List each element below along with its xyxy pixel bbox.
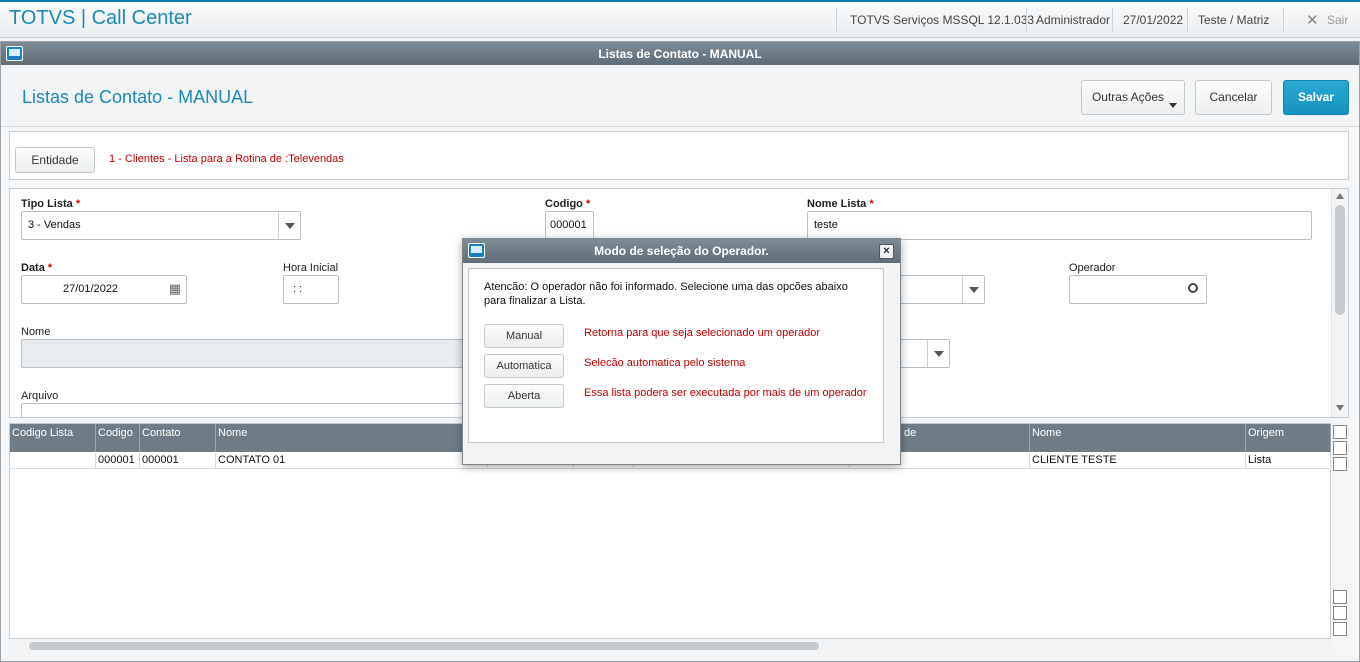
hora-inicial-input[interactable]: : :: [283, 275, 339, 304]
page-title: Listas de Contato - MANUAL: [22, 87, 254, 107]
dialog-body: Atencão: O operador não foi informado. S…: [468, 268, 884, 443]
window-title: Listas de Contato - MANUAL: [598, 47, 762, 61]
divider: [1026, 8, 1027, 32]
other-actions-button[interactable]: Outras Ações: [1081, 80, 1185, 115]
hidden-select-2[interactable]: [900, 339, 950, 368]
user-info: Administrador: [1036, 13, 1111, 27]
scroll-thumb[interactable]: [29, 642, 819, 650]
scroll-top-icon[interactable]: [1333, 425, 1347, 439]
app-title: TOTVS | Call Center: [9, 7, 192, 29]
dialog-title: Modo de seleção do Operador.: [594, 244, 769, 258]
nome-input[interactable]: [21, 339, 471, 368]
calendar-icon[interactable]: ▦: [169, 281, 181, 297]
chevron-down-icon[interactable]: [962, 276, 984, 303]
other-actions-label: Outras Ações: [1091, 90, 1165, 104]
scroll-down-icon[interactable]: [1336, 405, 1344, 411]
operador-label: Operador: [1069, 262, 1116, 274]
search-icon[interactable]: [1188, 283, 1198, 293]
arquivo-input[interactable]: [21, 403, 471, 417]
cancel-button[interactable]: Cancelar: [1195, 80, 1272, 115]
grid-cell-nome[interactable]: CONTATO 01: [216, 453, 488, 469]
grid-cell-contato[interactable]: 000001: [140, 453, 216, 469]
entity-description: 1 - Clientes - Lista para a Rotina de :T…: [109, 153, 344, 165]
grid-cell-nome-entidade[interactable]: CLIENTE TESTE: [1030, 453, 1246, 469]
tipo-lista-select[interactable]: 3 - Vendas: [21, 211, 301, 240]
environment-info: TOTVS Serviços MSSQL 12.1.033: [850, 13, 1035, 27]
hidden-select[interactable]: [900, 275, 985, 304]
scroll-down-icon[interactable]: [1333, 606, 1347, 620]
grid-horizontal-scrollbar[interactable]: [9, 639, 1331, 653]
manual-button[interactable]: Manual: [484, 324, 564, 348]
scroll-up-icon[interactable]: [1336, 193, 1344, 199]
operator-mode-dialog: Modo de seleção do Operador. × Atencão: …: [462, 238, 901, 465]
chevron-down-icon[interactable]: [927, 340, 949, 367]
nome-label: Nome: [21, 326, 51, 338]
close-icon[interactable]: ×: [879, 244, 894, 259]
grid-cell-codigo[interactable]: 000001: [96, 453, 140, 469]
dialog-message: Atencão: O operador não foi informado. S…: [484, 281, 848, 307]
operador-input[interactable]: [1069, 275, 1207, 304]
aberta-description: Essa lista podera ser executada por mais…: [584, 387, 867, 399]
data-input[interactable]: 27/01/2022 ▦: [21, 275, 187, 304]
grid-header-nome-entidade[interactable]: Nome: [1030, 424, 1246, 452]
scroll-up-icon[interactable]: [1333, 441, 1347, 455]
form-scrollbar[interactable]: [1331, 189, 1348, 417]
tipo-lista-value: 3 - Vendas: [28, 219, 81, 231]
divider: [1283, 8, 1284, 32]
divider: [1112, 8, 1113, 32]
data-label: Data *: [21, 262, 53, 274]
nome-lista-input[interactable]: teste: [807, 211, 1312, 240]
grid-header-codigo[interactable]: Codigo: [96, 424, 140, 452]
data-value: 27/01/2022: [63, 283, 119, 295]
save-button[interactable]: Salvar: [1283, 80, 1349, 115]
divider: [836, 8, 837, 32]
arquivo-label: Arquivo: [21, 390, 59, 402]
grid-header-codigo-lista[interactable]: Codigo Lista: [10, 424, 96, 452]
table-row[interactable]: [10, 453, 96, 469]
app-header: TOTVS | Call Center TOTVS Serviços MSSQL…: [0, 0, 1360, 38]
automatica-description: Selecão automatica pelo sistema: [584, 357, 746, 369]
date-info: 27/01/2022: [1123, 13, 1184, 27]
scroll-bottom-icon[interactable]: [1333, 622, 1347, 636]
automatica-button[interactable]: Automatica: [484, 354, 564, 378]
window-titlebar: Listas de Contato - MANUAL: [1, 42, 1359, 65]
codigo-input[interactable]: 000001: [545, 211, 594, 240]
nome-lista-label: Nome Lista *: [807, 198, 874, 210]
close-icon[interactable]: ✕: [1306, 11, 1319, 29]
branch-info: Teste / Matriz: [1198, 13, 1270, 27]
grid-header-origem[interactable]: Origem: [1246, 424, 1331, 452]
codigo-label: Codigo *: [545, 198, 591, 210]
manual-description: Retorna para que seja selecionado um ope…: [584, 327, 821, 339]
chevron-down-icon: [1169, 103, 1177, 108]
scroll-thumb[interactable]: [1335, 205, 1345, 315]
scroll-up-icon[interactable]: [1333, 457, 1347, 471]
tipo-lista-label: Tipo Lista *: [21, 198, 81, 210]
grid-header-nome[interactable]: Nome: [216, 424, 488, 452]
exit-button[interactable]: Sair: [1327, 13, 1348, 27]
grid-cell-origem[interactable]: Lista: [1246, 453, 1331, 469]
grid-header-contato[interactable]: Contato: [140, 424, 216, 452]
hora-inicial-label: Hora Inicial: [283, 262, 339, 274]
entity-button[interactable]: Entidade: [15, 147, 95, 173]
dialog-titlebar: Modo de seleção do Operador. ×: [463, 239, 900, 263]
entity-panel: Entidade 1 - Clientes - Lista para a Rot…: [9, 131, 1349, 180]
aberta-button[interactable]: Aberta: [484, 384, 564, 408]
chevron-down-icon[interactable]: [278, 212, 300, 239]
scroll-down-icon[interactable]: [1333, 590, 1347, 604]
divider: [1187, 8, 1188, 32]
